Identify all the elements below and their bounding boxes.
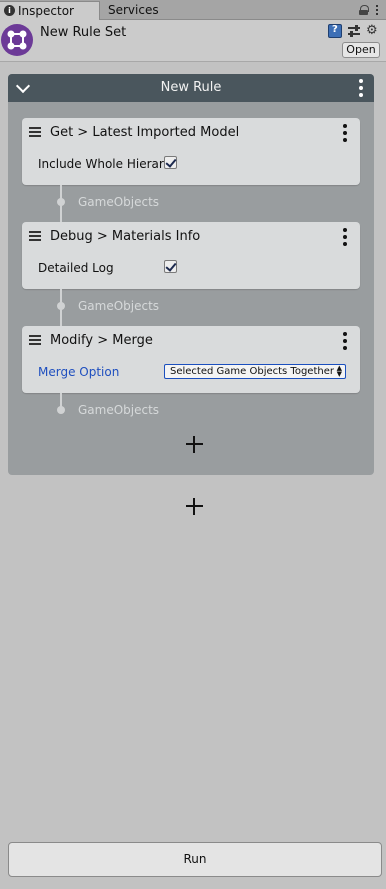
connector-label: GameObjects — [78, 403, 160, 417]
merge-option-label: Merge Option — [38, 365, 120, 379]
rule-set-asset-icon — [1, 24, 33, 56]
step-title: Get > Latest Imported Model — [50, 125, 240, 140]
tab-inspector[interactable]: i Inspector — [0, 1, 100, 20]
detailed-log-checkbox[interactable] — [164, 260, 177, 273]
step-title: Debug > Materials Info — [50, 229, 201, 244]
step-title: Modify > Merge — [50, 333, 153, 348]
select-arrows-icon: ▲ ▼ — [336, 364, 342, 378]
connector-dot — [57, 302, 65, 310]
merge-option-select[interactable]: Selected Game Objects Together ▲ ▼ — [164, 364, 346, 379]
asset-title: New Rule Set — [40, 25, 127, 40]
connector-dot — [57, 198, 65, 206]
connector-line — [60, 311, 62, 326]
step-card-debug-materials-info: Debug > Materials Info Detailed Log — [22, 222, 360, 289]
header-icons: ⚙ — [328, 24, 380, 38]
help-book-icon[interactable] — [328, 24, 342, 38]
detailed-log-label: Detailed Log — [38, 261, 114, 275]
connector-label: GameObjects — [78, 299, 160, 313]
rule-panel: New Rule Get > Latest Imported Model Inc… — [8, 74, 374, 475]
step-menu-icon[interactable] — [342, 332, 348, 350]
drag-handle-icon[interactable] — [29, 127, 41, 137]
tab-bar-controls — [359, 3, 382, 17]
tab-menu-icon[interactable] — [372, 4, 382, 16]
drag-handle-icon[interactable] — [29, 231, 41, 241]
tab-services-label: Services — [108, 3, 159, 17]
info-icon: i — [4, 5, 15, 16]
include-whole-hierarchy-label: Include Whole Hierarchy — [38, 157, 166, 171]
lock-icon[interactable] — [359, 5, 369, 15]
run-button[interactable]: Run — [8, 842, 382, 877]
step-card-modify-merge: Modify > Merge Merge Option Selected Gam… — [22, 326, 360, 393]
rule-menu-icon[interactable] — [358, 79, 364, 97]
include-whole-hierarchy-checkbox[interactable] — [164, 156, 177, 169]
add-step-plus-icon[interactable] — [186, 436, 203, 453]
rule-title: New Rule — [160, 80, 222, 95]
gear-icon[interactable]: ⚙ — [366, 24, 380, 38]
merge-option-value: Selected Game Objects Together — [170, 366, 334, 377]
step-menu-icon[interactable] — [342, 124, 348, 142]
tab-inspector-label: Inspector — [18, 4, 74, 18]
step-card-get-latest-imported-model: Get > Latest Imported Model Include Whol… — [22, 118, 360, 185]
tab-services[interactable]: Services — [108, 1, 178, 20]
add-rule-plus-icon[interactable] — [186, 498, 203, 515]
connector-label: GameObjects — [78, 195, 160, 209]
drag-handle-icon[interactable] — [29, 335, 41, 345]
presets-sliders-icon[interactable] — [347, 24, 361, 38]
step-menu-icon[interactable] — [342, 228, 348, 246]
rule-header[interactable]: New Rule — [8, 74, 374, 102]
tab-bar: i Inspector Services — [0, 0, 386, 20]
inspector-header: New Rule Set ⚙ Open — [0, 20, 386, 62]
connector-dot — [57, 406, 65, 414]
open-button[interactable]: Open — [342, 42, 380, 58]
connector-line — [60, 207, 62, 222]
